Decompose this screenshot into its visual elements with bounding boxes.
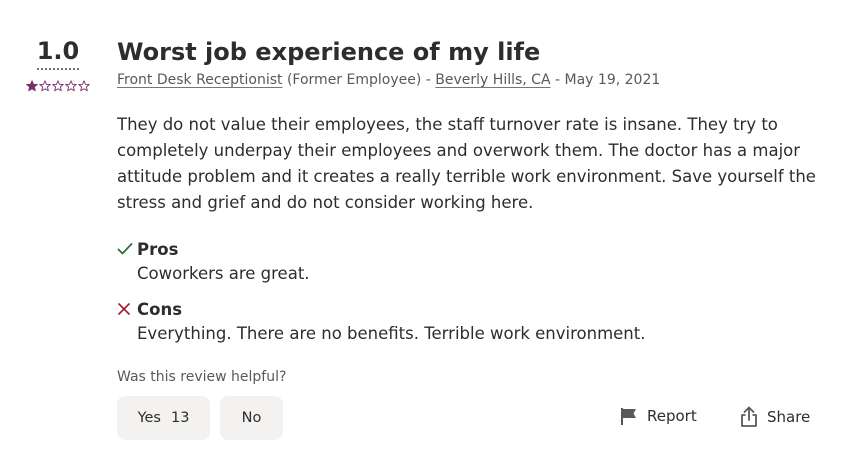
location-link[interactable]: Beverly Hills, CA [435, 72, 550, 88]
x-icon [117, 302, 137, 316]
report-button[interactable]: Report [619, 406, 697, 426]
review-body: They do not value their employees, the s… [117, 115, 816, 212]
share-icon [741, 406, 757, 427]
cons-text: Everything. There are no benefits. Terri… [137, 324, 646, 343]
review-title: Worst job experience of my life [117, 38, 541, 66]
employment-status: (Former Employee) [286, 72, 422, 88]
no-label: No [241, 410, 262, 426]
star-icon [26, 80, 38, 92]
job-title-link[interactable]: Front Desk Receptionist [117, 72, 283, 88]
pros-section: Pros Coworkers are great. [117, 237, 817, 287]
yes-button[interactable]: Yes 13 [117, 396, 210, 440]
helpful-question: Was this review helpful? [117, 369, 287, 385]
share-label: Share [767, 408, 811, 426]
cons-section: Cons Everything. There are no benefits. … [117, 297, 817, 347]
meta-separator: - [555, 72, 561, 88]
rating-value: 1.0 [36, 36, 80, 70]
star-icon [78, 80, 90, 92]
star-icon [65, 80, 77, 92]
report-label: Report [647, 407, 697, 425]
share-button[interactable]: Share [739, 406, 810, 428]
review-content: Worst job experience of my life Front De… [117, 36, 817, 440]
star-rating [24, 80, 92, 92]
flag-icon [621, 408, 636, 425]
meta-separator: - [425, 72, 431, 88]
star-icon [52, 80, 64, 92]
pros-label: Pros [137, 239, 179, 259]
no-button[interactable]: No [220, 396, 283, 440]
cons-label: Cons [137, 299, 183, 319]
check-icon [117, 242, 137, 256]
rating-summary: 1.0 [24, 36, 92, 92]
feedback-actions: Yes 13 No Report Share [117, 396, 817, 440]
star-icon [39, 80, 51, 92]
pros-text: Coworkers are great. [137, 264, 310, 283]
yes-count: 13 [170, 410, 190, 426]
review-date: May 19, 2021 [564, 72, 661, 88]
yes-label: Yes [137, 410, 161, 426]
review-meta: Front Desk Receptionist (Former Employee… [117, 70, 817, 90]
